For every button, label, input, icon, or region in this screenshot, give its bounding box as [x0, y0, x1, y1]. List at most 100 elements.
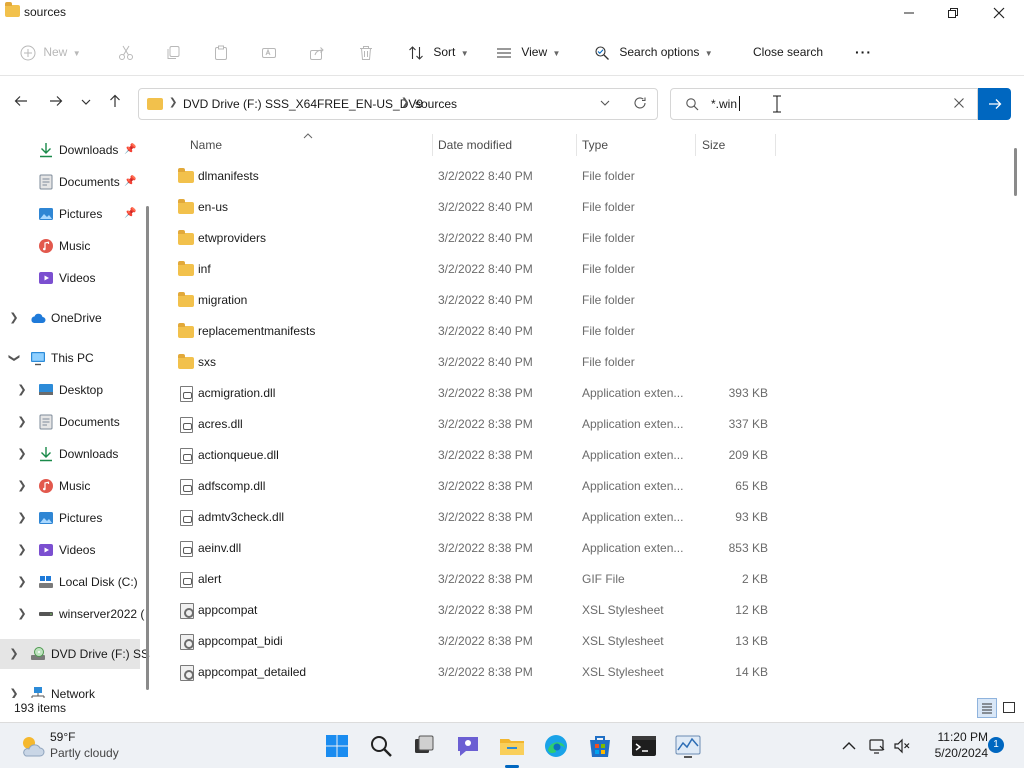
file-row[interactable]: en-us 3/2/2022 8:40 PM File folder	[170, 192, 780, 223]
copy-button[interactable]	[165, 40, 181, 64]
column-divider[interactable]	[695, 134, 696, 156]
volume-tray-button[interactable]	[893, 737, 911, 755]
file-row[interactable]: appcompat 3/2/2022 8:38 PM XSL Stylesheet 1…	[170, 595, 780, 626]
search-box[interactable]: *.win	[670, 88, 978, 120]
display-tray-button[interactable]	[868, 737, 886, 755]
title-bar[interactable]: sources	[0, 0, 1024, 28]
chevron-right-icon[interactable]: ❯	[16, 503, 28, 533]
file-row[interactable]: alert 3/2/2022 8:38 PM GIF File 2 KB	[170, 564, 780, 595]
column-divider[interactable]	[775, 134, 776, 156]
chevron-right-icon[interactable]: ❯	[8, 303, 20, 333]
search-options-button[interactable]: Search options ▼	[594, 40, 713, 64]
file-row[interactable]: aeinv.dll 3/2/2022 8:38 PM Application ext…	[170, 533, 780, 564]
nav-item-desktop[interactable]: ❯ Desktop	[0, 375, 140, 405]
view-button[interactable]: View ▼	[496, 40, 560, 64]
column-divider[interactable]	[576, 134, 577, 156]
nav-item-downloads[interactable]: ❯ Downloads	[0, 439, 140, 469]
file-row[interactable]: adfscomp.dll 3/2/2022 8:38 PM Application …	[170, 471, 780, 502]
nav-item-pictures-pinned[interactable]: Pictures 📌	[0, 199, 140, 229]
delete-button[interactable]	[358, 40, 374, 64]
clear-search-button[interactable]	[953, 97, 965, 112]
nav-item-music[interactable]: Music	[0, 231, 140, 261]
chevron-right-icon[interactable]: ❯	[8, 679, 20, 698]
maximize-button[interactable]	[930, 0, 976, 28]
column-header-name[interactable]: Name	[190, 132, 430, 158]
details-view-button[interactable]	[977, 698, 997, 718]
chat-button[interactable]	[452, 730, 484, 762]
rename-button[interactable]	[261, 40, 277, 64]
navigation-pane[interactable]: Downloads 📌 Documents 📌 Pictures 📌 Music…	[0, 132, 150, 698]
large-icons-view-button[interactable]	[999, 698, 1019, 718]
address-history-button[interactable]	[599, 97, 611, 112]
nav-item-downloads-pinned[interactable]: Downloads 📌	[0, 135, 140, 165]
chevron-right-icon[interactable]: ❯	[16, 375, 28, 405]
close-search-button[interactable]: Close search	[753, 40, 823, 64]
up-button[interactable]	[103, 92, 127, 116]
cut-button[interactable]	[118, 40, 134, 64]
start-button[interactable]	[321, 730, 353, 762]
chevron-right-icon[interactable]: ❯	[16, 439, 28, 469]
search-go-button[interactable]	[978, 88, 1011, 120]
nav-item-this-pc[interactable]: ❯ This PC	[0, 343, 140, 373]
chevron-right-icon[interactable]: ❯	[8, 639, 20, 669]
show-hidden-icons-button[interactable]	[840, 737, 858, 755]
file-list-scrollbar[interactable]	[1014, 148, 1017, 196]
file-row[interactable]: migration 3/2/2022 8:40 PM File folder	[170, 285, 780, 316]
edge-button[interactable]	[540, 730, 572, 762]
nav-item-pictures-pc[interactable]: ❯ Pictures	[0, 503, 140, 533]
chevron-right-icon[interactable]: ❯	[16, 407, 28, 437]
file-row[interactable]: appcompat_detailed 3/2/2022 8:38 PM XSL St…	[170, 657, 780, 688]
nav-item-videos-pc[interactable]: ❯ Videos	[0, 535, 140, 565]
nav-scrollbar[interactable]	[146, 206, 149, 690]
nav-item-videos[interactable]: Videos	[0, 263, 140, 293]
nav-item-documents-pinned[interactable]: Documents 📌	[0, 167, 140, 197]
new-button[interactable]: New ▼	[20, 40, 81, 64]
task-view-button[interactable]	[408, 730, 440, 762]
nav-item-network-drive[interactable]: ❯ winserver2022 (	[0, 599, 144, 629]
chevron-right-icon[interactable]: ❯	[16, 535, 28, 565]
weather-widget[interactable]: 59°F Partly cloudy	[18, 730, 148, 764]
nav-item-music-pc[interactable]: ❯ Music	[0, 471, 140, 501]
column-header-size[interactable]: Size	[702, 132, 774, 158]
search-input[interactable]: *.win	[711, 97, 737, 111]
search-taskbar-button[interactable]	[365, 730, 397, 762]
nav-item-network[interactable]: ❯ Network	[0, 679, 140, 698]
chevron-right-icon[interactable]: ❯	[16, 567, 28, 597]
file-row[interactable]: admtv3check.dll 3/2/2022 8:38 PM Applicati…	[170, 502, 780, 533]
see-more-button[interactable]: ···	[855, 40, 872, 64]
nav-item-local-disk[interactable]: ❯ Local Disk (C:)	[0, 567, 140, 597]
paste-button[interactable]	[213, 40, 229, 64]
clock[interactable]: 11:20 PM 5/20/2024	[912, 729, 988, 761]
close-window-button[interactable]	[976, 0, 1022, 28]
file-row[interactable]: sxs 3/2/2022 8:40 PM File folder	[170, 347, 780, 378]
breadcrumb-dvd-drive[interactable]: DVD Drive (F:) SSS_X64FREE_EN-US_DV9	[183, 97, 423, 111]
chevron-right-icon[interactable]: ❯	[16, 471, 28, 501]
file-explorer-taskbar-button[interactable]	[496, 730, 528, 768]
nav-item-onedrive[interactable]: ❯ OneDrive	[0, 303, 140, 333]
address-bar[interactable]: ❯ DVD Drive (F:) SSS_X64FREE_EN-US_DV9 ❯…	[138, 88, 658, 120]
file-row[interactable]: inf 3/2/2022 8:40 PM File folder	[170, 254, 780, 285]
nav-item-documents[interactable]: ❯ Documents	[0, 407, 140, 437]
terminal-button[interactable]	[628, 730, 660, 762]
column-divider[interactable]	[432, 134, 433, 156]
performance-monitor-button[interactable]	[672, 730, 704, 762]
store-button[interactable]	[584, 730, 616, 762]
back-button[interactable]	[9, 92, 33, 116]
file-row[interactable]: etwproviders 3/2/2022 8:40 PM File folder	[170, 223, 780, 254]
file-row[interactable]: acmigration.dll 3/2/2022 8:38 PM Applicati…	[170, 378, 780, 409]
minimize-button[interactable]	[886, 0, 932, 28]
share-button[interactable]	[309, 40, 325, 64]
chevron-right-icon[interactable]: ❯	[16, 599, 28, 629]
forward-button[interactable]	[44, 92, 68, 116]
file-row[interactable]: dlmanifests 3/2/2022 8:40 PM File folder	[170, 161, 780, 192]
column-header-date[interactable]: Date modified	[438, 132, 574, 158]
refresh-button[interactable]	[633, 96, 647, 113]
recent-locations-button[interactable]	[74, 92, 98, 116]
nav-item-dvd-drive[interactable]: ❯ DVD Drive (F:) SSS	[0, 639, 150, 669]
file-row[interactable]: replacementmanifests 3/2/2022 8:40 PM File…	[170, 316, 780, 347]
file-row[interactable]: acres.dll 3/2/2022 8:38 PM Application ext…	[170, 409, 780, 440]
file-row[interactable]: actionqueue.dll 3/2/2022 8:38 PM Applicati…	[170, 440, 780, 471]
sort-button[interactable]: Sort ▼	[408, 40, 469, 64]
chevron-down-icon[interactable]: ❯	[0, 352, 29, 364]
column-header-type[interactable]: Type	[582, 132, 692, 158]
